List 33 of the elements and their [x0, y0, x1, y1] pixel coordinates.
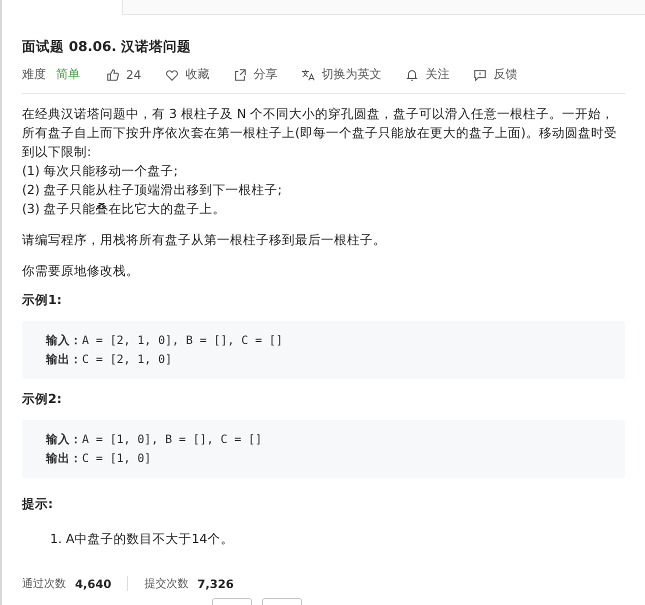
example-heading: 示例1:: [22, 292, 63, 309]
code-line: 输出：C = [2, 1, 0]: [46, 351, 174, 368]
problem-title: 面试题 08.06. 汉诺塔问题: [22, 38, 192, 56]
rule-text: (3) 盘子只能叠在比它大的盘子上。: [22, 200, 227, 218]
share-icon: [233, 68, 248, 82]
heart-icon: [165, 68, 180, 82]
translate-button[interactable]: 切换为英文: [301, 66, 382, 83]
difficulty-value: 简单: [56, 66, 80, 83]
example-heading: 示例2:: [22, 391, 63, 408]
translate-icon: [301, 68, 316, 82]
rule-text: (1) 每次只能移动一个盘子;: [22, 162, 179, 180]
share-button[interactable]: 分享: [233, 66, 278, 83]
code-line: 输出：C = [1, 0]: [46, 450, 152, 467]
bell-icon: [405, 68, 420, 82]
stat-value: 7,326: [197, 576, 234, 590]
feedback-button[interactable]: 反馈: [473, 66, 518, 83]
difficulty-label: 难度: [22, 66, 46, 83]
description-text: 你需要原地修改栈。: [22, 262, 140, 280]
comment-icon: [473, 68, 488, 82]
hints-heading: 提示:: [22, 496, 54, 513]
like-button[interactable]: 24: [106, 68, 142, 82]
description-text: 请编写程序，用栈将所有盘子从第一根柱子移到最后一根柱子。: [22, 231, 387, 249]
stat-label: 通过次数: [22, 576, 66, 591]
code-line: 输入：A = [1, 0], B = [], C = []: [46, 431, 264, 448]
hint-text: 1. A中盘子的数目不大于14个。: [50, 531, 234, 548]
rule-text: (2) 盘子只能从柱子顶端滑出移到下一根柱子;: [22, 181, 283, 199]
thumbs-up-icon: [106, 68, 120, 82]
stat-label: 提交次数: [144, 576, 188, 591]
description-text: 在经典汉诺塔问题中，有 3 根柱子及 N 个不同大小的穿孔圆盘，盘子可以滑入任意一根柱子。一开始，所有盘子自上而下按升序依次套在第一根柱子上(即每一个盘子只能放在更大的盘子上面)。移动圆盘时受到以下限制:: [22, 105, 618, 161]
favorite-button[interactable]: 收藏: [165, 66, 210, 83]
follow-button[interactable]: 关注: [405, 66, 450, 83]
stat-value: 4,640: [75, 576, 112, 590]
code-line: 输入：A = [2, 1, 0], B = [], C = []: [46, 332, 284, 349]
